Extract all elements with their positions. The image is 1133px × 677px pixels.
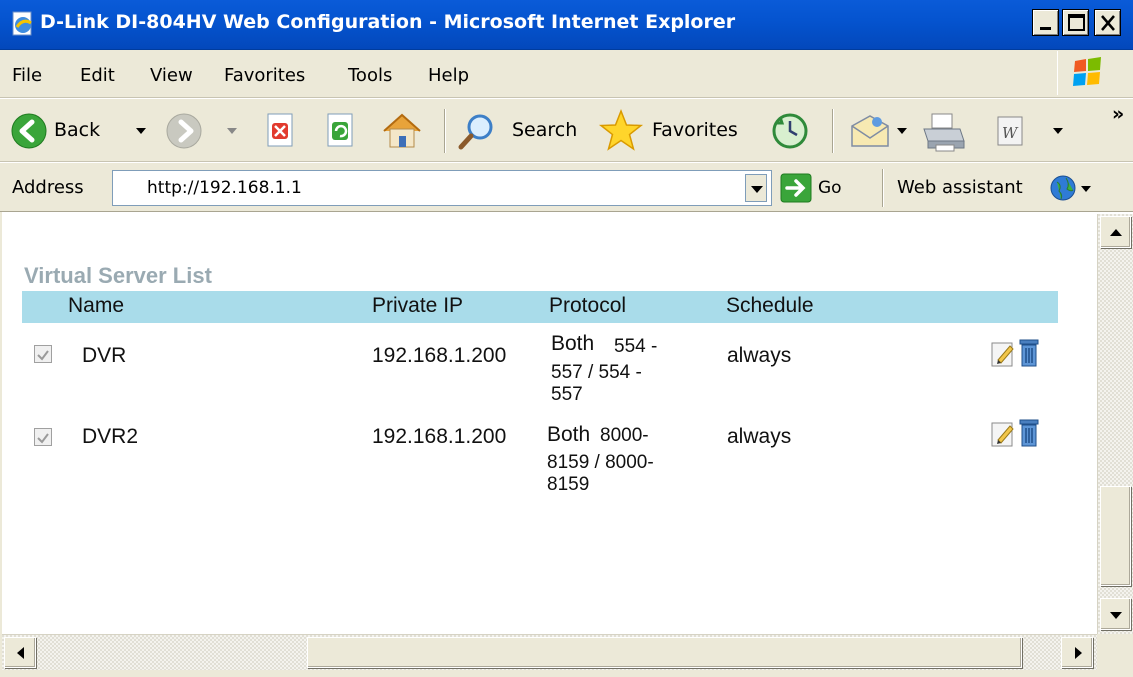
address-input[interactable]: http://192.168.1.1 [112,170,772,206]
go-arrow-icon[interactable] [780,173,812,203]
row-private-ip: 192.168.1.200 [372,425,507,448]
scroll-left-button[interactable] [4,637,36,668]
virtual-server-list-header: Name Private IP Protocol Schedule [22,291,1058,323]
chevron-down-icon [751,186,763,193]
menu-help[interactable]: Help [428,65,469,86]
print-icon[interactable] [920,111,966,153]
vertical-scroll-thumb[interactable] [1100,486,1131,586]
horizontal-scroll-thumb[interactable] [307,637,1022,668]
menu-edit[interactable]: Edit [80,65,115,86]
menu-favorites[interactable]: Favorites [224,65,305,86]
page-content: Virtual Server List Name Private IP Prot… [2,214,1097,634]
row-ports-line: 557 [551,384,583,405]
home-icon[interactable] [380,109,424,153]
favorites-button[interactable]: Favorites [652,119,738,141]
scroll-right-button[interactable] [1061,637,1093,668]
search-magnifier-icon[interactable] [456,111,498,153]
minimize-icon [1040,27,1051,30]
arrow-up-icon [1110,229,1122,236]
search-button[interactable]: Search [512,119,577,141]
scroll-down-button[interactable] [1100,598,1131,630]
maximize-icon [1068,14,1085,31]
stop-icon[interactable] [262,111,298,151]
row-ports-line: 8159 [547,474,590,495]
address-bar: Address http://192.168.1.1 Go Web assist… [0,162,1133,212]
word-edit-icon[interactable]: W [994,113,1026,149]
close-icon [1101,15,1115,31]
page-title: Virtual Server List [24,263,212,288]
minimize-button[interactable] [1032,9,1059,36]
row-protocol-type: Both [551,332,595,355]
back-arrow-icon[interactable] [10,112,48,150]
row-ports-line: 557 / 554 - [551,362,642,383]
address-url[interactable]: http://192.168.1.1 [147,178,302,198]
address-dropdown-button[interactable] [745,174,767,202]
vertical-scrollbar[interactable] [1097,214,1133,634]
svg-text:W: W [1002,124,1019,142]
go-button[interactable]: Go [818,178,842,198]
row-ports-line: 8000- [600,425,649,446]
history-icon[interactable] [770,111,810,151]
windows-logo-icon [1057,51,1117,95]
row-name: DVR [82,344,127,367]
checkmark-icon [37,350,49,361]
row-schedule: always [727,344,792,367]
menu-file[interactable]: File [12,65,42,86]
row-enable-checkbox[interactable] [34,345,52,363]
column-header-protocol: Protocol [549,294,627,317]
close-button[interactable] [1094,9,1121,36]
row-protocol-type: Both [547,423,591,446]
favorites-star-icon[interactable] [598,108,644,154]
forward-dropdown-icon[interactable] [226,127,238,135]
row-enable-checkbox[interactable] [34,428,52,446]
ie-page-icon [12,11,32,36]
horizontal-scrollbar[interactable] [2,634,1097,670]
arrow-left-icon [17,647,24,659]
row-name: DVR2 [82,425,139,448]
row-schedule: always [727,425,792,448]
row-ports-line: 8159 / 8000- [547,452,654,473]
arrow-right-icon [1075,647,1082,659]
address-label: Address [12,177,84,198]
scroll-up-button[interactable] [1100,216,1131,248]
arrow-down-icon [1110,612,1122,619]
column-header-private-ip: Private IP [372,294,464,317]
globe-icon[interactable] [1048,173,1078,203]
window-bottom-edge [0,670,1133,677]
refresh-icon[interactable] [322,111,358,151]
window-title: D-Link DI-804HV Web Configuration - Micr… [40,11,736,33]
standard-toolbar: Back Search Favorites W » [0,98,1133,162]
globe-dropdown-icon[interactable] [1080,185,1092,193]
trash-icon[interactable] [1018,338,1040,368]
trash-icon[interactable] [1018,418,1040,448]
column-header-schedule: Schedule [726,294,814,317]
edit-icon[interactable] [990,420,1016,448]
scrollbar-corner [1097,634,1133,670]
menu-bar: File Edit View Favorites Tools Help [0,50,1133,98]
checkmark-icon [37,433,49,444]
menu-tools[interactable]: Tools [348,65,392,86]
mail-dropdown-icon[interactable] [896,127,908,135]
row-private-ip: 192.168.1.200 [372,344,507,367]
mail-icon[interactable] [848,112,892,150]
forward-arrow-icon[interactable] [165,112,203,150]
toolbar-overflow-chevron[interactable]: » [1112,103,1124,125]
menu-view[interactable]: View [150,65,193,86]
back-dropdown-icon[interactable] [135,127,147,135]
row-ports-line: 554 - [614,336,658,357]
edit-icon[interactable] [990,340,1016,368]
web-assistant-button[interactable]: Web assistant [897,177,1023,198]
title-bar[interactable]: D-Link DI-804HV Web Configuration - Micr… [0,0,1133,50]
edit-dropdown-icon[interactable] [1052,127,1064,135]
column-header-name: Name [68,294,125,317]
maximize-button[interactable] [1062,9,1089,36]
back-button[interactable]: Back [54,119,100,141]
